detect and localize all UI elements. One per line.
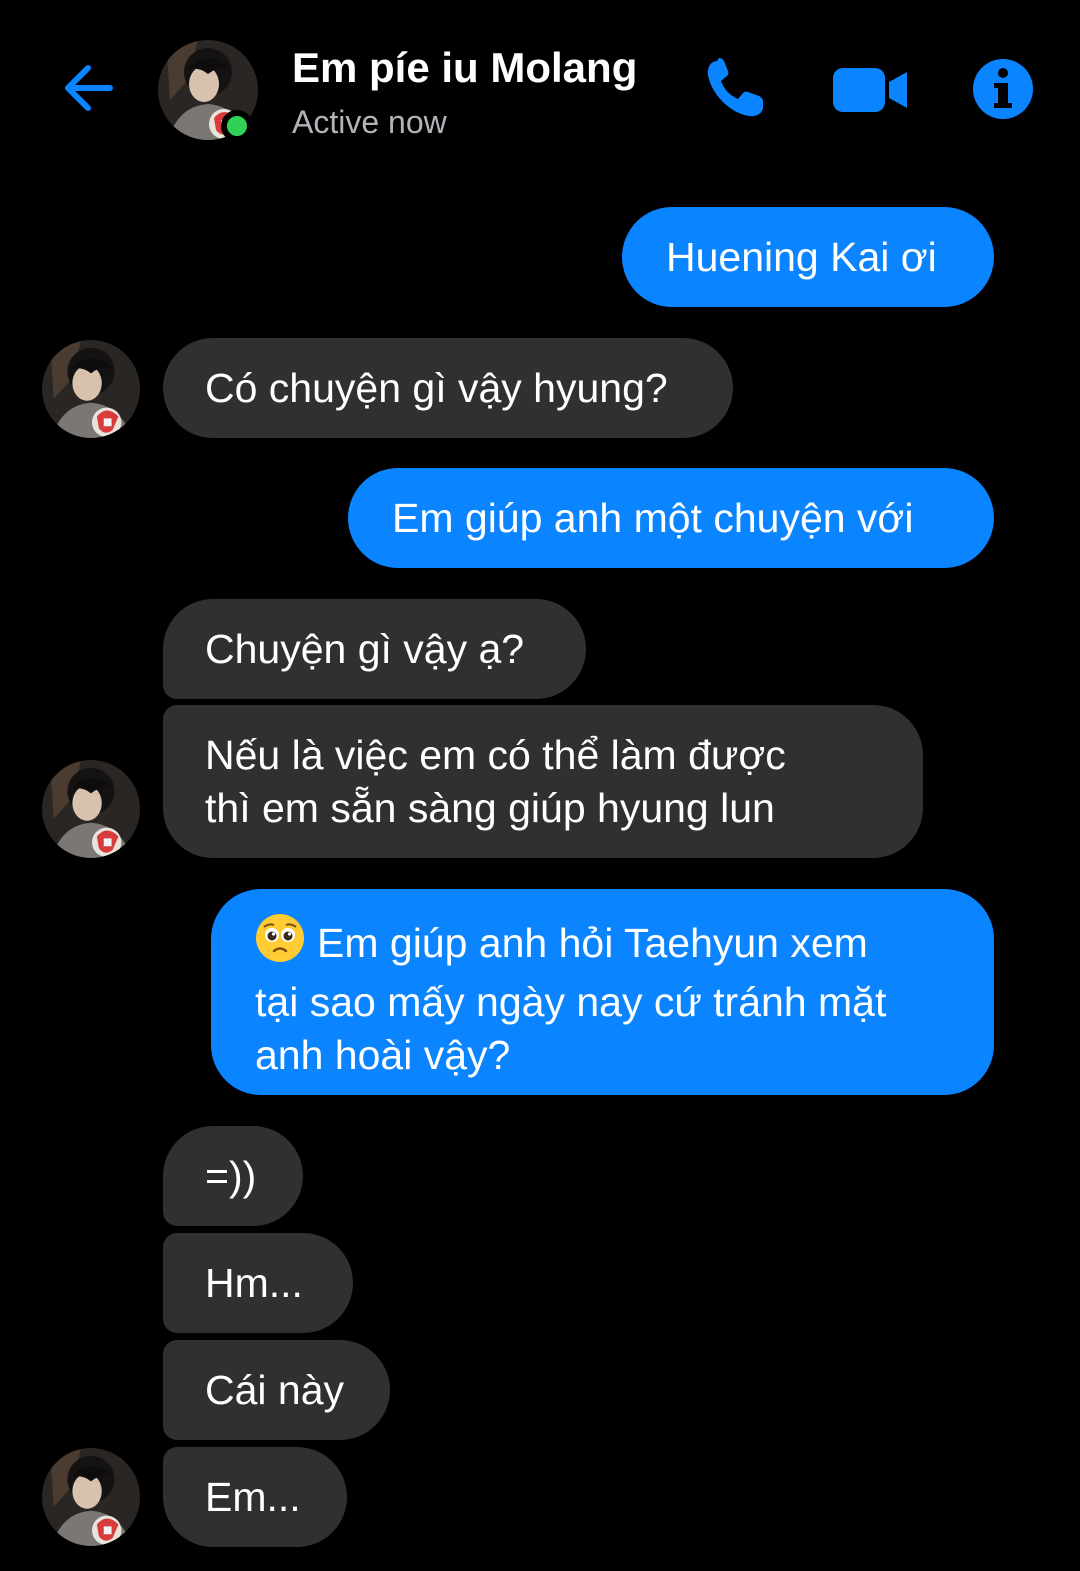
message-text: Cái này — [205, 1367, 345, 1413]
message-line: thì em sẵn sàng giúp hyung lun — [205, 785, 775, 831]
message-text: Chuyện gì vậy ạ? — [205, 626, 525, 672]
message-list[interactable]: Huening Kai ơi Có chuyện gì vậy hyung? E… — [0, 0, 1080, 1571]
pleading-face-emoji — [255, 913, 305, 976]
incoming-message[interactable]: Có chuyện gì vậy hyung? — [163, 338, 733, 438]
sender-avatar[interactable] — [42, 760, 140, 858]
message-text: Huening Kai ơi — [666, 234, 937, 280]
message-text: Có chuyện gì vậy hyung? — [205, 365, 668, 411]
sender-avatar[interactable] — [42, 1448, 140, 1546]
incoming-message[interactable]: Em... — [163, 1447, 347, 1547]
message-text: Em giúp anh một chuyện với — [392, 495, 914, 541]
message-line: tại sao mấy ngày nay cứ tránh mặt — [255, 979, 887, 1025]
message-line: Nếu là việc em có thể làm được — [205, 732, 786, 778]
message-text: Hm... — [205, 1260, 303, 1306]
sender-avatar[interactable] — [42, 340, 140, 438]
outgoing-message[interactable]: Em giúp anh một chuyện với — [348, 468, 994, 568]
message-text: Em... — [205, 1474, 301, 1520]
message-text: =)) — [205, 1153, 257, 1199]
message-line: anh hoài vậy? — [255, 1032, 511, 1078]
incoming-message[interactable]: Cái này — [163, 1340, 390, 1440]
outgoing-message[interactable]: Em giúp anh hỏi Taehyun xem tại sao mấy … — [211, 889, 994, 1095]
incoming-message[interactable]: Nếu là việc em có thể làm được thì em sẵ… — [163, 705, 923, 858]
outgoing-message[interactable]: Huening Kai ơi — [622, 207, 994, 307]
incoming-message[interactable]: Hm... — [163, 1233, 353, 1333]
incoming-message[interactable]: =)) — [163, 1126, 303, 1226]
message-line: Em giúp anh hỏi Taehyun xem — [317, 920, 868, 966]
incoming-message[interactable]: Chuyện gì vậy ạ? — [163, 599, 586, 699]
